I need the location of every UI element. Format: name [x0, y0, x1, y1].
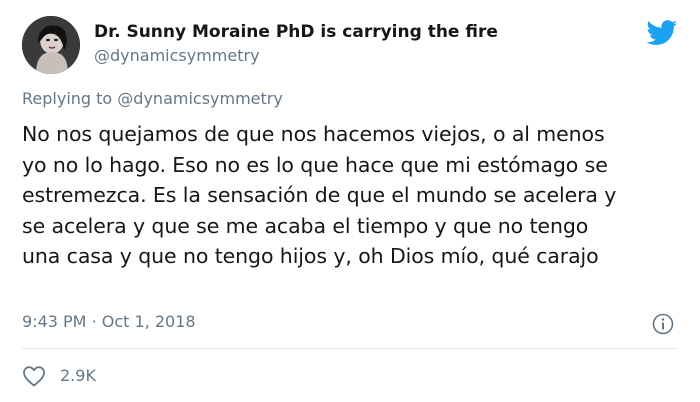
- replying-to-handle[interactable]: @dynamicsymmetry: [117, 89, 283, 108]
- author-handle[interactable]: @dynamicsymmetry: [94, 46, 260, 65]
- avatar[interactable]: [22, 16, 80, 74]
- heart-outline-icon[interactable]: [22, 365, 46, 387]
- author-name[interactable]: Dr. Sunny Moraine PhD is carrying the fi…: [94, 22, 498, 42]
- tweet-line: estremezca. Es la sensación de que el mu…: [22, 183, 617, 207]
- tweet-time: 9:43 PM: [22, 312, 87, 331]
- like-count: 2.9K: [60, 366, 96, 385]
- tweet-date: Oct 1, 2018: [101, 312, 196, 331]
- replying-to: Replying to @dynamicsymmetry: [22, 89, 283, 108]
- tweet-line: yo no lo hago. Eso no es lo que hace que…: [22, 152, 608, 177]
- tweet-line: se acelera y que se me acaba el tiempo y…: [22, 213, 589, 238]
- tweet-text: No nos quejamos de que nos hacemos viejo…: [22, 119, 692, 272]
- replying-to-label: Replying to: [22, 89, 113, 108]
- profile-photo-icon: [22, 16, 80, 74]
- twitter-bird-icon[interactable]: [645, 20, 679, 46]
- timestamp[interactable]: 9:43 PM · Oct 1, 2018: [22, 312, 196, 331]
- divider: [22, 348, 678, 349]
- timestamp-separator: ·: [91, 312, 97, 331]
- info-icon[interactable]: [652, 313, 674, 335]
- tweet-line: una casa y que no tengo hijos y, oh Dios…: [22, 244, 599, 268]
- tweet-line: No nos quejamos de que nos hacemos viejo…: [22, 122, 605, 146]
